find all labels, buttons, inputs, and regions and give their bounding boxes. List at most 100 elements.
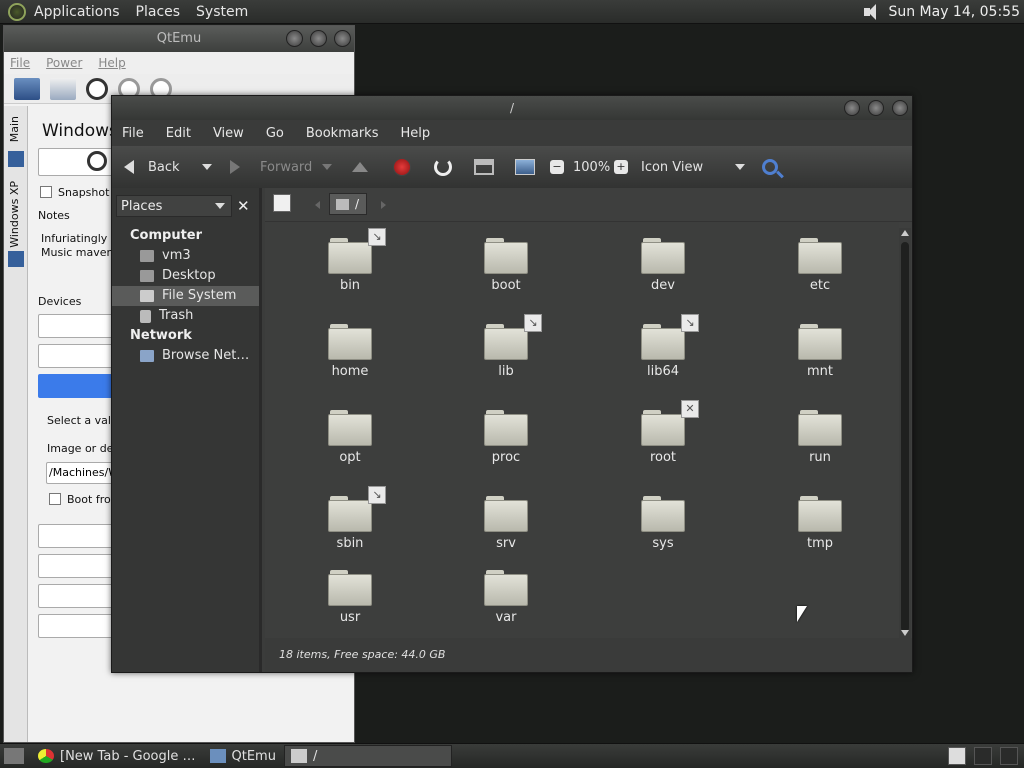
machine-xp-icon[interactable] — [8, 251, 24, 267]
forward-history-dropdown[interactable] — [322, 164, 332, 170]
task-qtemu[interactable]: QtEmu — [204, 745, 276, 767]
menu-edit[interactable]: Edit — [166, 126, 191, 141]
option-field-1[interactable] — [38, 524, 114, 548]
image-path-input[interactable]: /Machines/W — [46, 462, 114, 484]
file-item-dev[interactable]: dev — [618, 238, 708, 293]
sidebar-item-vm3[interactable]: vm3 — [112, 246, 259, 266]
task-file-manager[interactable]: / — [283, 745, 452, 767]
file-item-var[interactable]: var — [461, 570, 551, 625]
zoom-out-button[interactable]: − — [550, 160, 564, 174]
stop-button[interactable] — [393, 158, 411, 176]
boot-checkbox[interactable] — [49, 493, 61, 505]
maximize-icon[interactable] — [868, 100, 884, 116]
search-button[interactable] — [762, 159, 778, 175]
file-item-opt[interactable]: opt — [305, 410, 395, 465]
zoom-in-button[interactable]: + — [614, 160, 628, 174]
crumb-scroll-right-icon[interactable] — [381, 201, 386, 209]
breadcrumb-root[interactable]: / — [329, 193, 367, 215]
task-chrome[interactable]: [New Tab - Google … — [32, 745, 196, 767]
start-button[interactable] — [38, 148, 114, 176]
sidebar-item-trash[interactable]: Trash — [112, 306, 259, 326]
workspace-3[interactable] — [1000, 747, 1018, 765]
menu-bookmarks[interactable]: Bookmarks — [306, 126, 379, 141]
menu-places[interactable]: Places — [128, 4, 189, 20]
volume-icon[interactable] — [862, 3, 882, 21]
sidebar-mode-select[interactable]: Places — [116, 195, 232, 217]
close-icon[interactable] — [892, 100, 908, 116]
menu-go[interactable]: Go — [266, 126, 284, 141]
option-field-2[interactable] — [38, 554, 114, 578]
file-item-lib64[interactable]: ↘ lib64 — [618, 314, 708, 379]
scroll-down-icon[interactable] — [901, 630, 909, 636]
device-field-1[interactable] — [38, 314, 114, 338]
crumb-scroll-left-icon[interactable] — [315, 201, 320, 209]
vertical-scrollbar[interactable] — [899, 228, 911, 638]
workspace-1[interactable] — [948, 747, 966, 765]
file-item-proc[interactable]: proc — [461, 410, 551, 465]
maximize-icon[interactable] — [310, 30, 327, 47]
workspace-2[interactable] — [974, 747, 992, 765]
file-item-run[interactable]: run — [775, 410, 865, 465]
icon-view[interactable]: ↘ bin boot dev etc home ↘ lib ↘ lib64 mnt opt proc ✕ r… — [265, 222, 899, 638]
file-item-home[interactable]: home — [305, 324, 395, 379]
file-item-bin[interactable]: ↘ bin — [305, 228, 395, 293]
view-mode-select[interactable]: Icon View — [641, 160, 745, 175]
file-item-root[interactable]: ✕ root — [618, 400, 708, 465]
home-button[interactable] — [474, 159, 494, 175]
scroll-thumb[interactable] — [901, 242, 909, 632]
option-field-4[interactable] — [38, 614, 114, 638]
qtemu-menu-help[interactable]: Help — [98, 56, 125, 70]
qtemu-menubar: File Power Help — [4, 52, 354, 74]
symlink-emblem-icon: ↘ — [524, 314, 542, 332]
file-item-mnt[interactable]: mnt — [775, 324, 865, 379]
file-item-lib[interactable]: ↘ lib — [461, 314, 551, 379]
folder-icon — [328, 324, 372, 360]
file-item-etc[interactable]: etc — [775, 238, 865, 293]
up-button[interactable] — [352, 162, 368, 172]
clock[interactable]: Sun May 14, 05:55 — [888, 4, 1020, 20]
menu-system[interactable]: System — [188, 4, 256, 20]
menu-applications[interactable]: Applications — [26, 4, 128, 20]
machine-icon[interactable] — [8, 151, 24, 167]
show-desktop-icon[interactable] — [4, 748, 24, 764]
file-item-tmp[interactable]: tmp — [775, 496, 865, 551]
qtemu-titlebar[interactable]: QtEmu — [4, 26, 354, 52]
scroll-up-icon[interactable] — [901, 230, 909, 236]
reload-button[interactable] — [434, 158, 452, 176]
back-button[interactable]: Back — [124, 160, 180, 175]
distro-logo-icon[interactable] — [8, 2, 26, 21]
device-field-2[interactable] — [38, 344, 114, 368]
device-selected-row[interactable] — [38, 374, 114, 398]
qtemu-menu-file[interactable]: File — [10, 56, 30, 70]
folder-icon — [641, 238, 685, 274]
file-item-usr[interactable]: usr — [305, 570, 395, 625]
sidebar-item-desktop[interactable]: Desktop — [112, 266, 259, 286]
file-item-sbin[interactable]: ↘ sbin — [305, 486, 395, 551]
option-field-3[interactable] — [38, 584, 114, 608]
edit-location-icon[interactable] — [273, 194, 291, 212]
back-history-dropdown[interactable] — [202, 164, 212, 170]
power-on-icon[interactable] — [86, 77, 108, 100]
minimize-icon[interactable] — [286, 30, 303, 47]
menu-view[interactable]: View — [213, 126, 244, 141]
qtemu-menu-power[interactable]: Power — [46, 56, 82, 70]
new-machine-icon[interactable] — [14, 77, 40, 100]
snapshot-checkbox[interactable] — [40, 186, 52, 198]
sidebar-item-browse-network[interactable]: Browse Net… — [112, 346, 259, 366]
sidebar-item-file-system[interactable]: File System — [112, 286, 259, 306]
close-sidebar-icon[interactable]: ✕ — [232, 195, 255, 217]
tab-windows-xp[interactable]: Windows XP — [8, 181, 21, 248]
file-item-srv[interactable]: srv — [461, 496, 551, 551]
file-item-sys[interactable]: sys — [618, 496, 708, 551]
file-item-boot[interactable]: boot — [461, 238, 551, 293]
menu-help[interactable]: Help — [400, 126, 430, 141]
minimize-icon[interactable] — [844, 100, 860, 116]
fm-titlebar[interactable]: / — [112, 96, 912, 120]
menu-file[interactable]: File — [122, 126, 144, 141]
forward-button[interactable]: Forward — [230, 160, 312, 175]
tab-main[interactable]: Main — [8, 116, 21, 142]
reload-icon — [434, 158, 452, 176]
close-icon[interactable] — [334, 30, 351, 47]
printer-icon[interactable] — [50, 77, 76, 100]
computer-button[interactable] — [515, 159, 535, 175]
